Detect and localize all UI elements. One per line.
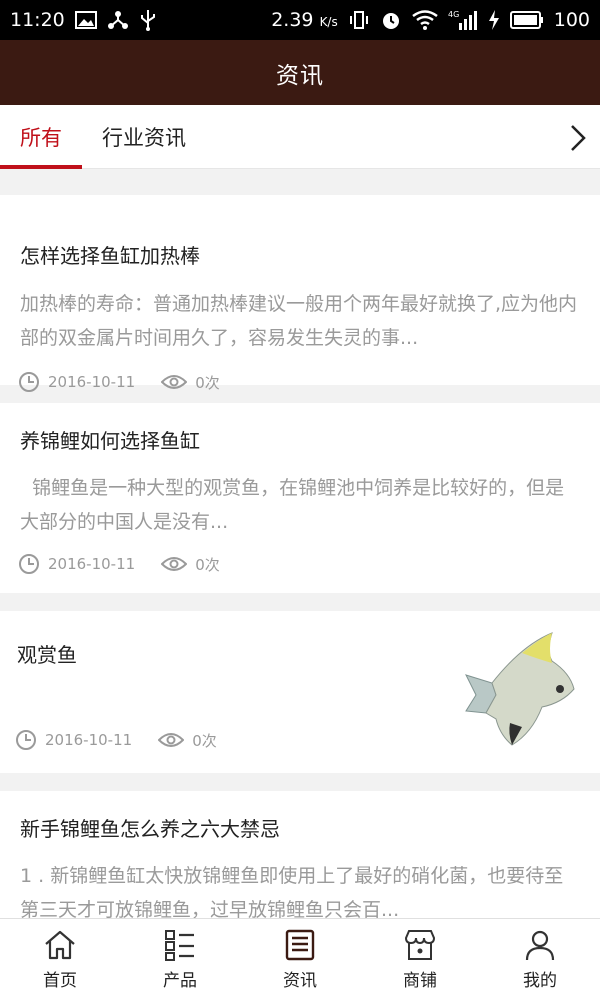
article-date: 2016-10-11 [45, 731, 133, 749]
status-left: 11:20 [10, 9, 157, 31]
clock-icon [16, 730, 36, 750]
tab-industry-news[interactable]: 行业资讯 [82, 105, 206, 169]
nav-products[interactable]: 产品 [120, 919, 240, 1000]
eye-icon [158, 733, 185, 747]
nav-profile[interactable]: 我的 [480, 919, 600, 1000]
store-icon [404, 930, 436, 960]
fish-thumbnail [452, 623, 588, 751]
speed-unit: K/s [319, 15, 338, 29]
status-time: 11:20 [10, 9, 65, 31]
article-meta: 2016-10-11 0次 [18, 371, 220, 393]
tab-label: 所有 [20, 125, 62, 150]
article-card[interactable]: 养锦鲤如何选择鱼缸 锦鲤鱼是一种大型的观赏鱼，在锦鲤池中饲养是比较好的，但是大部… [0, 403, 600, 593]
article-list: 怎样选择鱼缸加热棒 加热棒的寿命：普通加热棒建议一般用个两年最好就换了,应为他内… [0, 169, 600, 919]
charging-icon [488, 10, 500, 30]
nav-label: 商铺 [403, 971, 437, 991]
article-card[interactable]: 观赏鱼 2016-10-11 0次 [0, 611, 600, 773]
article-views: 0次 [195, 555, 220, 574]
bottom-nav: 首页 产品 资讯 商铺 我的 [0, 918, 600, 1000]
tab-label: 行业资讯 [102, 125, 186, 150]
article-card[interactable]: 新手锦鲤鱼怎么养之六大禁忌 1 . 新锦鲤鱼缸太快放锦鲤鱼即使用上了最好的硝化菌… [0, 791, 600, 919]
nav-home[interactable]: 首页 [0, 919, 120, 1000]
article-summary: 锦鲤鱼是一种大型的观赏鱼，在锦鲤池中饲养是比较好的，但是大部分的中国人是没有..… [20, 477, 565, 533]
app-header: 资讯 [0, 40, 600, 105]
tab-all[interactable]: 所有 [0, 105, 82, 169]
article-summary: 1 . 新锦鲤鱼缸太快放锦鲤鱼即使用上了最好的硝化菌，也要待至第三天才可放锦鲤鱼… [20, 865, 564, 919]
clock-icon [19, 372, 39, 392]
chevron-right-icon[interactable] [564, 123, 590, 153]
home-icon [45, 930, 75, 960]
eye-icon [161, 375, 188, 389]
status-bar: 11:20 2.39 K/s 4G 100 [0, 0, 600, 40]
vibrate-icon [348, 10, 370, 30]
article-views: 0次 [195, 373, 220, 392]
article-meta: 2016-10-11 0次 [18, 553, 220, 575]
article-title: 怎样选择鱼缸加热棒 [20, 244, 200, 268]
article-title: 观赏鱼 [17, 643, 77, 667]
nav-label: 资讯 [283, 971, 317, 991]
battery-icon [509, 11, 544, 29]
alarm-icon [380, 9, 402, 31]
nav-label: 我的 [523, 971, 557, 991]
article-meta: 2016-10-11 0次 [15, 729, 217, 751]
page-title: 资讯 [276, 62, 324, 89]
signal-icon: 4G [448, 9, 478, 31]
image-icon [74, 11, 97, 29]
article-summary: 加热棒的寿命：普通加热棒建议一般用个两年最好就换了,应为他内部的双金属片时间用久… [20, 293, 578, 349]
category-tabs: 所有 行业资讯 [0, 105, 600, 169]
battery-level: 100 [553, 9, 590, 31]
clock-icon [19, 554, 39, 574]
status-right: 2.39 K/s 4G 100 [271, 9, 590, 31]
usb-icon [139, 9, 157, 31]
list-grid-icon [165, 930, 194, 961]
network-type: 4G [448, 10, 459, 19]
nav-store[interactable]: 商铺 [360, 919, 480, 1000]
nav-label: 产品 [163, 971, 197, 991]
nav-label: 首页 [43, 971, 77, 991]
article-views: 0次 [192, 731, 217, 750]
news-icon [285, 929, 315, 961]
article-date: 2016-10-11 [48, 555, 136, 573]
wifi-icon [411, 10, 438, 30]
article-title: 新手锦鲤鱼怎么养之六大禁忌 [20, 817, 280, 841]
share-icon [107, 10, 129, 30]
user-icon [525, 930, 555, 961]
article-date: 2016-10-11 [48, 373, 136, 391]
article-title: 养锦鲤如何选择鱼缸 [20, 429, 200, 453]
speed-value: 2.39 [271, 9, 314, 31]
network-speed: 2.39 K/s [271, 9, 338, 31]
eye-icon [161, 557, 188, 571]
article-card[interactable]: 怎样选择鱼缸加热棒 加热棒的寿命：普通加热棒建议一般用个两年最好就换了,应为他内… [0, 195, 600, 392]
nav-news[interactable]: 资讯 [240, 919, 360, 1000]
